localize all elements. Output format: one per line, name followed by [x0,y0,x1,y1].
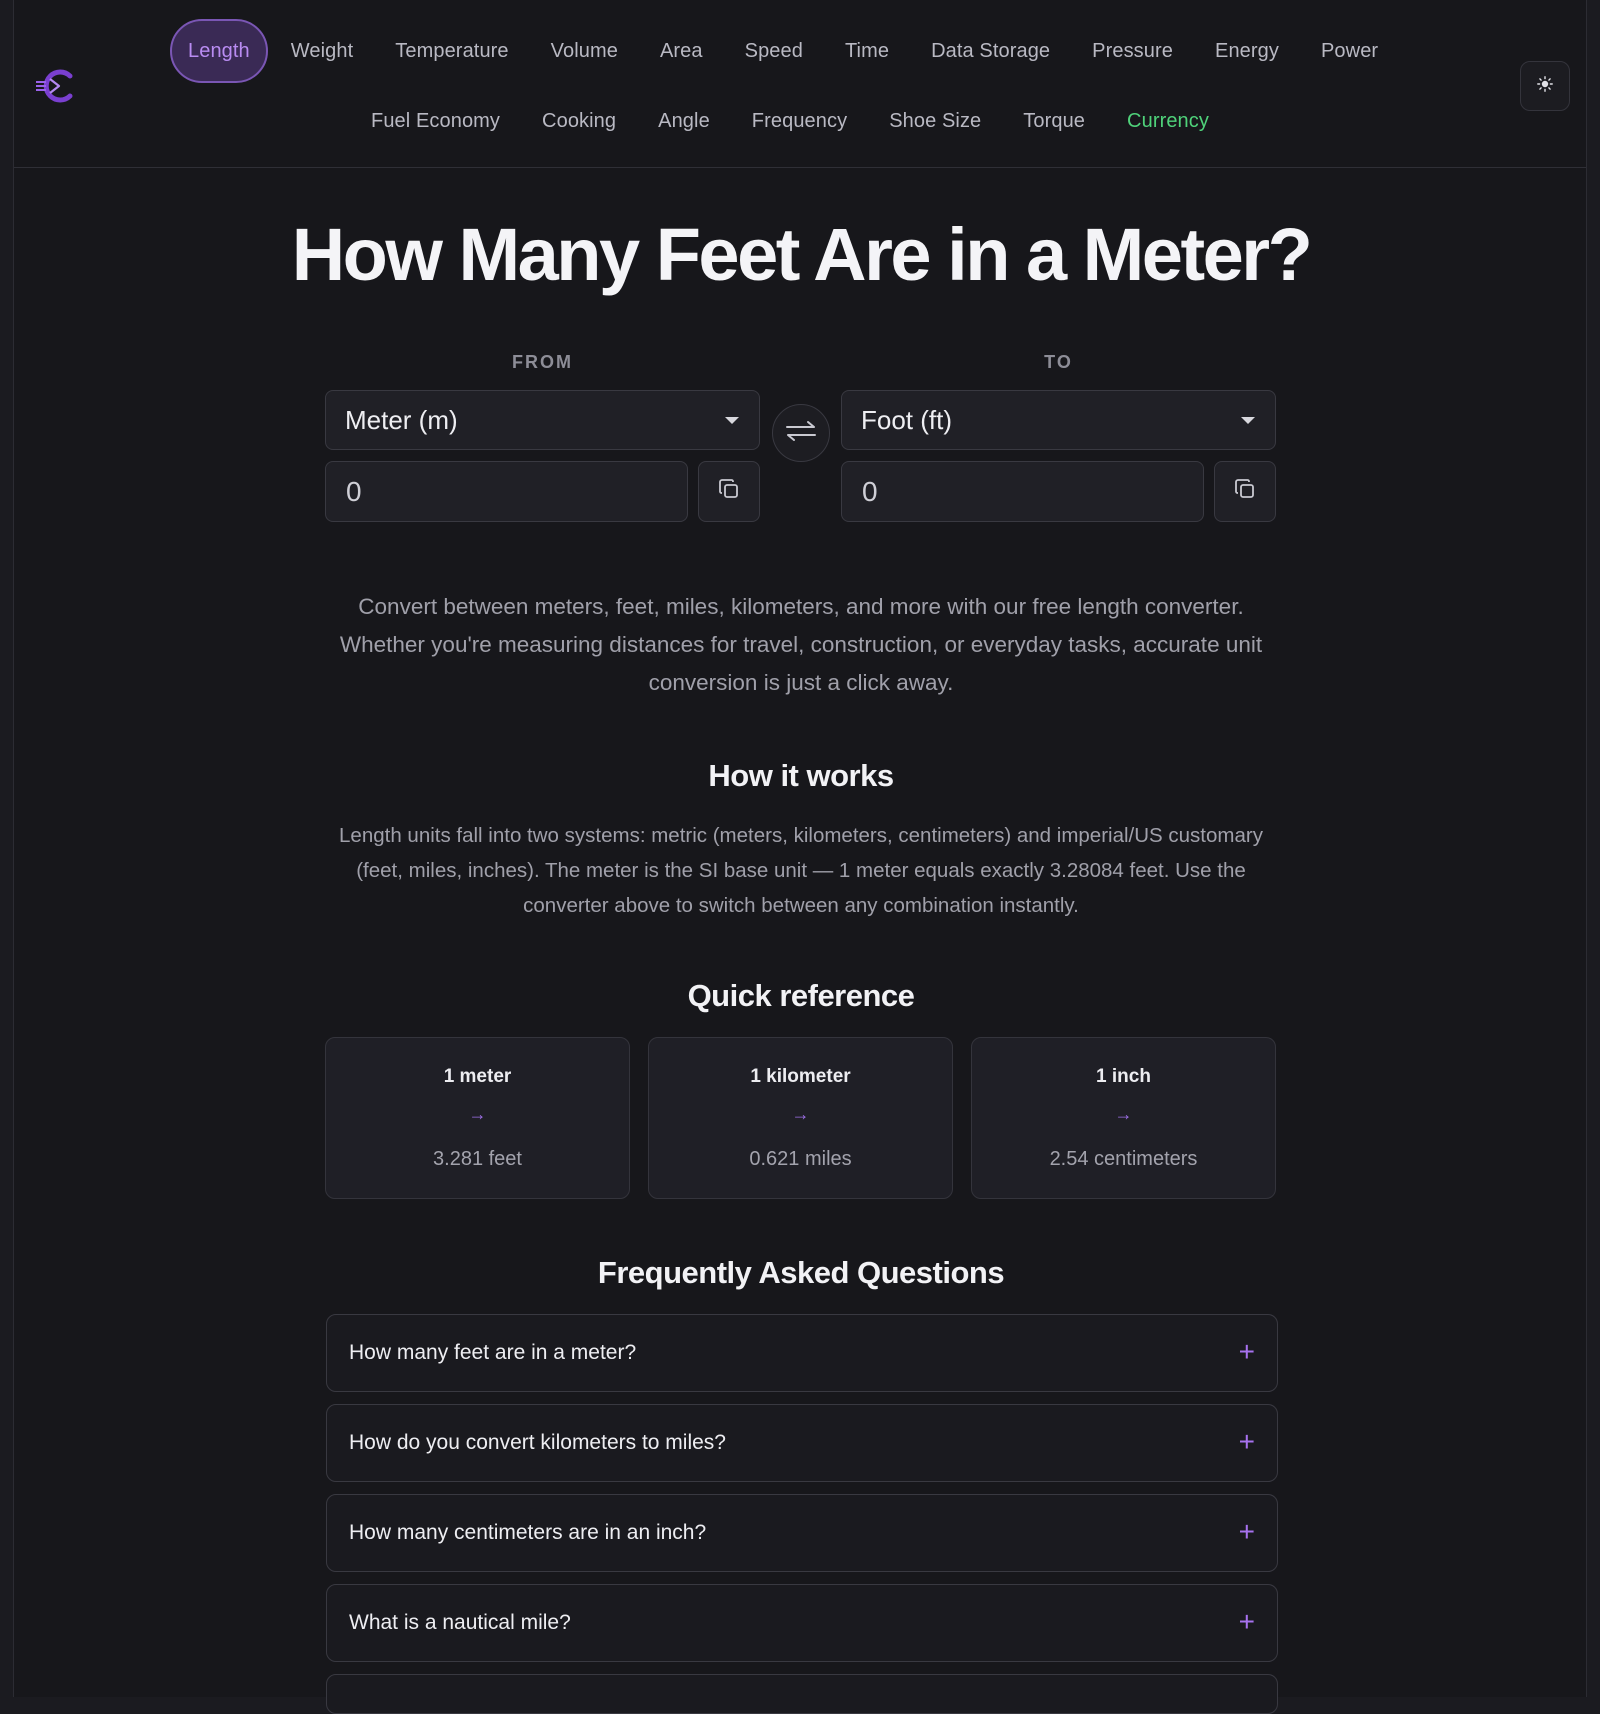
arrow-right-icon: → [468,1104,487,1124]
copy-icon [1234,478,1256,505]
reference-card-inch: 1 inch → 2.54 centimeters [971,1037,1276,1199]
copy-icon [718,478,740,505]
nav-row-2: Fuel Economy Cooking Angle Frequency Sho… [350,100,1230,142]
nav-item-shoe-size[interactable]: Shoe Size [868,100,1002,142]
nav-item-power[interactable]: Power [1300,19,1399,83]
faq-item[interactable]: How do you convert kilometers to miles? … [326,1404,1278,1482]
reference-to: 0.621 miles [749,1148,852,1170]
from-unit-value: Meter (m) [345,404,458,435]
header: Length Weight Temperature Volume Area Sp… [14,0,1586,168]
nav-item-torque[interactable]: Torque [1002,100,1106,142]
quick-reference-heading: Quick reference [687,978,915,1013]
plus-icon[interactable]: + [1239,1517,1255,1547]
arrow-right-icon: → [1114,1104,1133,1124]
nav-item-pressure[interactable]: Pressure [1071,19,1194,83]
faq-question: How many centimeters are in an inch? [349,1521,707,1544]
nav-item-temperature[interactable]: Temperature [374,19,529,83]
copy-from-button[interactable] [698,461,760,522]
reference-card-meter: 1 meter → 3.281 feet [325,1037,630,1199]
page-title: How Many Feet Are in a Meter? [291,213,1313,296]
logo-icon[interactable] [34,66,80,106]
nav-item-data-storage[interactable]: Data Storage [910,19,1071,83]
faq-item[interactable]: How many feet are in a meter? + [326,1314,1278,1392]
nav-item-volume[interactable]: Volume [530,19,639,83]
app-frame: Length Weight Temperature Volume Area Sp… [13,0,1587,1714]
nav-item-cooking[interactable]: Cooking [521,100,637,142]
plus-icon[interactable]: + [1239,1337,1255,1367]
faq-item[interactable]: What is a nautical mile? + [326,1584,1278,1662]
nav-item-length[interactable]: Length [170,19,268,83]
nav-item-energy[interactable]: Energy [1194,19,1300,83]
nav-item-weight[interactable]: Weight [270,19,375,83]
intro-text: Convert between meters, feet, miles, kil… [339,594,1263,695]
nav-item-frequency[interactable]: Frequency [731,100,868,142]
plus-icon[interactable]: + [1239,1607,1255,1637]
to-unit-select[interactable]: Foot (ft) [841,390,1276,450]
reference-from: 1 meter [443,1066,512,1087]
nav-item-currency[interactable]: Currency [1106,100,1230,142]
reference-card-kilometer: 1 kilometer → 0.621 miles [648,1037,953,1199]
reference-from: 1 inch [1096,1066,1151,1087]
swap-units-button[interactable] [772,404,830,462]
nav-item-area[interactable]: Area [639,19,724,83]
faq-question: What is a nautical mile? [349,1611,571,1634]
copy-to-button[interactable] [1214,461,1276,522]
to-value-input[interactable]: 0 [841,461,1204,522]
from-value-input[interactable]: 0 [325,461,688,522]
nav-item-speed[interactable]: Speed [724,19,824,83]
chevron-down-icon [1241,417,1255,424]
reference-to: 2.54 centimeters [1049,1148,1198,1170]
reference-from: 1 kilometer [750,1066,851,1087]
nav-item-time[interactable]: Time [824,19,910,83]
sun-icon [1537,75,1553,97]
faq-item-partial[interactable] [326,1674,1278,1714]
reference-to: 3.281 feet [433,1148,522,1170]
faq-question: How do you convert kilometers to miles? [349,1431,726,1454]
from-label: FROM [512,352,573,372]
nav-item-fuel-economy[interactable]: Fuel Economy [350,100,521,142]
theme-toggle-button[interactable] [1520,61,1570,111]
how-it-works-heading: How it works [708,758,894,793]
to-label: TO [1044,352,1073,372]
faq-item[interactable]: How many centimeters are in an inch? + [326,1494,1278,1572]
from-unit-select[interactable]: Meter (m) [325,390,760,450]
to-unit-value: Foot (ft) [861,404,953,435]
how-it-works-text: Length units fall into two systems: metr… [339,824,1263,917]
faq-heading: Frequently Asked Questions [597,1255,1005,1290]
plus-icon[interactable]: + [1239,1427,1255,1457]
faq-question: How many feet are in a meter? [349,1341,637,1364]
swap-arrows-icon [784,419,818,448]
arrow-right-icon: → [791,1104,810,1124]
nav-row-1: Length Weight Temperature Volume Area Sp… [170,18,1399,84]
chevron-down-icon [725,417,739,424]
nav-item-angle[interactable]: Angle [637,100,731,142]
